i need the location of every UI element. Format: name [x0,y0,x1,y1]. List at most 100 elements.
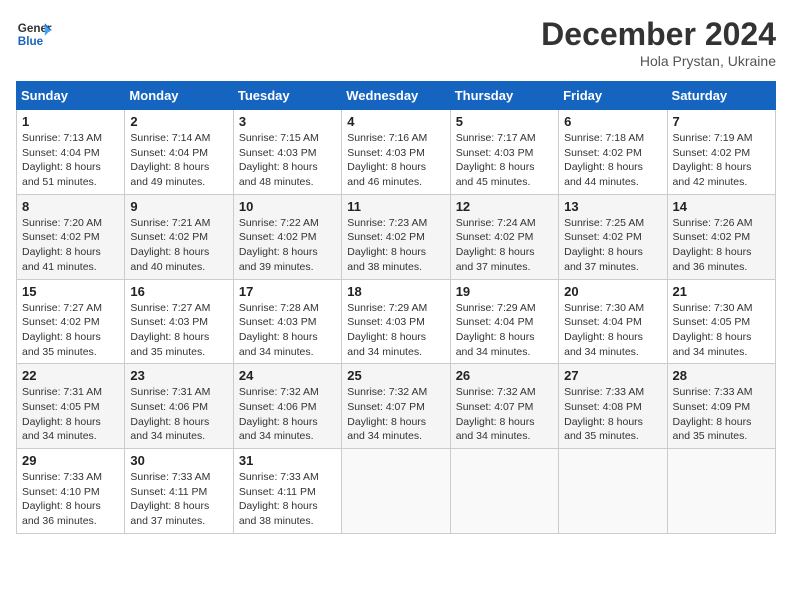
day-info: Sunrise: 7:32 AMSunset: 4:06 PMDaylight:… [239,385,336,444]
day-info: Sunrise: 7:29 AMSunset: 4:04 PMDaylight:… [456,301,553,360]
calendar-cell [667,449,775,534]
calendar-cell: 30 Sunrise: 7:33 AMSunset: 4:11 PMDayligh… [125,449,233,534]
calendar-row: 22Sunrise: 7:31 AMSunset: 4:05 PMDayligh… [17,364,776,449]
calendar-table: Sunday Monday Tuesday Wednesday Thursday… [16,81,776,534]
calendar-cell: 8 Sunrise: 7:20 AMSunset: 4:02 PMDaylight… [17,194,125,279]
calendar-cell: 23Sunrise: 7:31 AMSunset: 4:06 PMDayligh… [125,364,233,449]
calendar-cell: 22Sunrise: 7:31 AMSunset: 4:05 PMDayligh… [17,364,125,449]
day-number: 25 [347,368,444,383]
day-info: Sunrise: 7:29 AMSunset: 4:03 PMDaylight:… [347,301,444,360]
col-thursday: Thursday [450,82,558,110]
day-info: Sunrise: 7:25 AMSunset: 4:02 PMDaylight:… [564,216,661,275]
calendar-body: 1Sunrise: 7:13 AMSunset: 4:04 PMDaylight… [17,110,776,534]
calendar-cell: 20Sunrise: 7:30 AMSunset: 4:04 PMDayligh… [559,279,667,364]
day-number: 27 [564,368,661,383]
calendar-cell: 21Sunrise: 7:30 AMSunset: 4:05 PMDayligh… [667,279,775,364]
day-info: Sunrise: 7:15 AMSunset: 4:03 PMDaylight:… [239,131,336,190]
calendar-row: 1Sunrise: 7:13 AMSunset: 4:04 PMDaylight… [17,110,776,195]
calendar-cell: 24 Sunrise: 7:32 AMSunset: 4:06 PMDayligh… [233,364,341,449]
calendar-cell [559,449,667,534]
day-info: Sunrise: 7:14 AMSunset: 4:04 PMDaylight:… [130,131,227,190]
day-info: Sunrise: 7:17 AMSunset: 4:03 PMDaylight:… [456,131,553,190]
day-info: Sunrise: 7:16 AMSunset: 4:03 PMDaylight:… [347,131,444,190]
day-info: Sunrise: 7:32 AMSunset: 4:07 PMDaylight:… [347,385,444,444]
calendar-row: 15Sunrise: 7:27 AMSunset: 4:02 PMDayligh… [17,279,776,364]
day-number: 2 [130,114,227,129]
day-number: 8 [22,199,119,214]
logo: General Blue [16,16,52,52]
day-number: 7 [673,114,770,129]
day-info: Sunrise: 7:28 AMSunset: 4:03 PMDaylight:… [239,301,336,360]
day-number: 3 [239,114,336,129]
calendar-cell [450,449,558,534]
calendar-cell: 26 Sunrise: 7:32 AMSunset: 4:07 PMDayligh… [450,364,558,449]
day-number: 17 [239,284,336,299]
day-number: 12 [456,199,553,214]
day-info: Sunrise: 7:30 AMSunset: 4:05 PMDaylight:… [673,301,770,360]
col-saturday: Saturday [667,82,775,110]
day-number: 16 [130,284,227,299]
calendar-cell: 31Sunrise: 7:33 AMSunset: 4:11 PMDayligh… [233,449,341,534]
day-info: Sunrise: 7:33 AMSunset: 4:08 PMDaylight:… [564,385,661,444]
location-subtitle: Hola Prystan, Ukraine [541,53,776,69]
calendar-cell: 13 Sunrise: 7:25 AMSunset: 4:02 PMDayligh… [559,194,667,279]
col-monday: Monday [125,82,233,110]
day-number: 18 [347,284,444,299]
calendar-cell: 17 Sunrise: 7:28 AMSunset: 4:03 PMDayligh… [233,279,341,364]
day-number: 9 [130,199,227,214]
day-info: Sunrise: 7:33 AMSunset: 4:10 PMDaylight:… [22,470,119,529]
day-info: Sunrise: 7:19 AMSunset: 4:02 PMDaylight:… [673,131,770,190]
calendar-cell: 15Sunrise: 7:27 AMSunset: 4:02 PMDayligh… [17,279,125,364]
title-block: December 2024 Hola Prystan, Ukraine [541,16,776,69]
calendar-cell: 1Sunrise: 7:13 AMSunset: 4:04 PMDaylight… [17,110,125,195]
day-info: Sunrise: 7:13 AMSunset: 4:04 PMDaylight:… [22,131,119,190]
day-number: 4 [347,114,444,129]
col-wednesday: Wednesday [342,82,450,110]
calendar-cell: 18 Sunrise: 7:29 AMSunset: 4:03 PMDayligh… [342,279,450,364]
calendar-cell: 25 Sunrise: 7:32 AMSunset: 4:07 PMDayligh… [342,364,450,449]
day-info: Sunrise: 7:27 AMSunset: 4:03 PMDaylight:… [130,301,227,360]
logo-icon: General Blue [16,16,52,52]
calendar-cell: 11 Sunrise: 7:23 AMSunset: 4:02 PMDayligh… [342,194,450,279]
day-number: 13 [564,199,661,214]
calendar-cell [342,449,450,534]
day-number: 26 [456,368,553,383]
day-number: 24 [239,368,336,383]
day-info: Sunrise: 7:20 AMSunset: 4:02 PMDaylight:… [22,216,119,275]
day-info: Sunrise: 7:22 AMSunset: 4:02 PMDaylight:… [239,216,336,275]
col-sunday: Sunday [17,82,125,110]
col-tuesday: Tuesday [233,82,341,110]
day-number: 23 [130,368,227,383]
day-number: 6 [564,114,661,129]
day-info: Sunrise: 7:18 AMSunset: 4:02 PMDaylight:… [564,131,661,190]
day-info: Sunrise: 7:33 AMSunset: 4:09 PMDaylight:… [673,385,770,444]
day-info: Sunrise: 7:33 AMSunset: 4:11 PMDaylight:… [130,470,227,529]
calendar-cell: 10 Sunrise: 7:22 AMSunset: 4:02 PMDayligh… [233,194,341,279]
page-header: General Blue December 2024 Hola Prystan,… [16,16,776,69]
calendar-header-row: Sunday Monday Tuesday Wednesday Thursday… [17,82,776,110]
day-number: 31 [239,453,336,468]
day-number: 28 [673,368,770,383]
day-number: 30 [130,453,227,468]
calendar-cell: 2 Sunrise: 7:14 AMSunset: 4:04 PMDaylight… [125,110,233,195]
calendar-cell: 7 Sunrise: 7:19 AMSunset: 4:02 PMDaylight… [667,110,775,195]
calendar-cell: 6 Sunrise: 7:18 AMSunset: 4:02 PMDaylight… [559,110,667,195]
day-info: Sunrise: 7:21 AMSunset: 4:02 PMDaylight:… [130,216,227,275]
day-number: 5 [456,114,553,129]
calendar-cell: 12Sunrise: 7:24 AMSunset: 4:02 PMDayligh… [450,194,558,279]
month-year-title: December 2024 [541,16,776,53]
calendar-row: 29Sunrise: 7:33 AMSunset: 4:10 PMDayligh… [17,449,776,534]
svg-text:Blue: Blue [18,35,44,48]
day-number: 15 [22,284,119,299]
calendar-cell: 29Sunrise: 7:33 AMSunset: 4:10 PMDayligh… [17,449,125,534]
calendar-cell: 16 Sunrise: 7:27 AMSunset: 4:03 PMDayligh… [125,279,233,364]
day-number: 11 [347,199,444,214]
calendar-cell: 5 Sunrise: 7:17 AMSunset: 4:03 PMDaylight… [450,110,558,195]
day-info: Sunrise: 7:26 AMSunset: 4:02 PMDaylight:… [673,216,770,275]
calendar-row: 8 Sunrise: 7:20 AMSunset: 4:02 PMDaylight… [17,194,776,279]
day-info: Sunrise: 7:23 AMSunset: 4:02 PMDaylight:… [347,216,444,275]
day-info: Sunrise: 7:32 AMSunset: 4:07 PMDaylight:… [456,385,553,444]
calendar-cell: 3 Sunrise: 7:15 AMSunset: 4:03 PMDaylight… [233,110,341,195]
day-number: 14 [673,199,770,214]
day-number: 10 [239,199,336,214]
